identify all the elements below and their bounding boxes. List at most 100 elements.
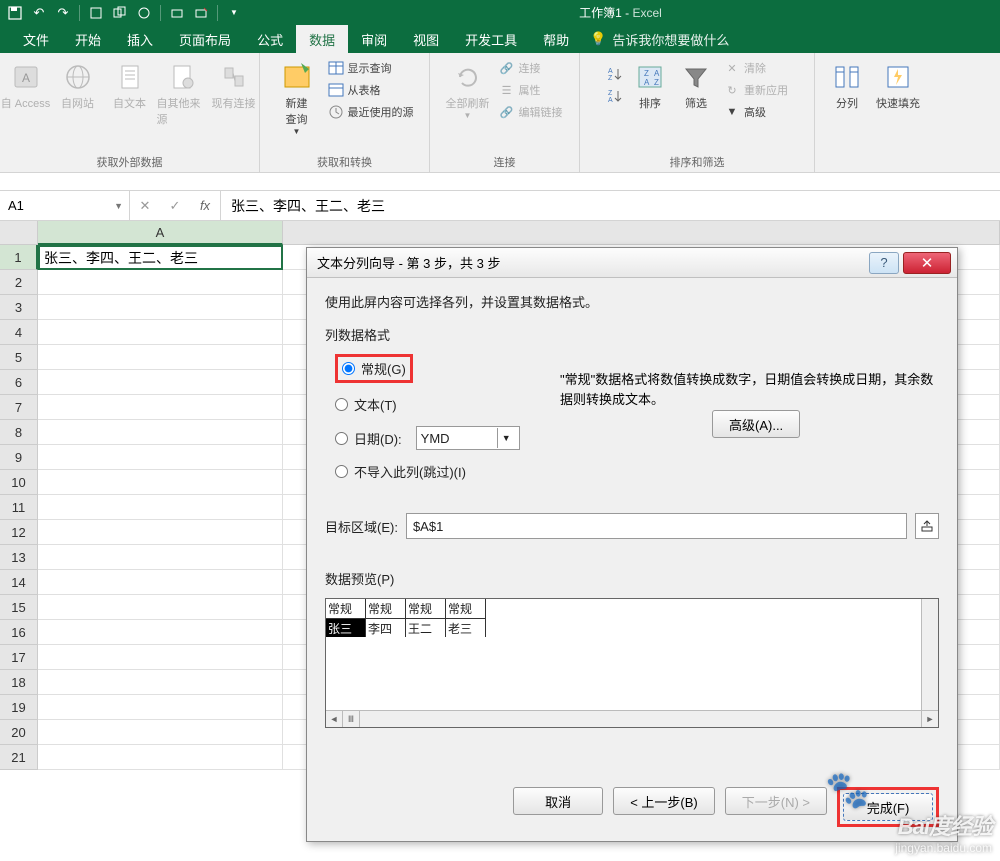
cell[interactable] <box>38 645 283 670</box>
from-text-button[interactable]: 自文本 <box>105 57 155 143</box>
from-table-button[interactable]: 从表格 <box>324 79 418 101</box>
cell[interactable]: 张三、李四、王二、老三 <box>38 245 283 270</box>
properties-button[interactable]: ☰属性 <box>495 79 567 101</box>
radio-text[interactable] <box>335 398 348 411</box>
tab-help[interactable]: 帮助 <box>530 25 582 53</box>
collapse-dialog-button[interactable] <box>915 513 939 539</box>
row-header[interactable]: 1 <box>0 245 38 270</box>
advanced-button[interactable]: 高级(A)... <box>712 410 800 438</box>
cancel-button[interactable]: 取消 <box>513 787 603 815</box>
save-icon[interactable] <box>4 2 26 24</box>
row-header[interactable]: 12 <box>0 520 38 545</box>
help-button[interactable]: ? <box>869 252 899 274</box>
existing-connections-button[interactable]: 现有连接 <box>209 57 259 143</box>
cell[interactable] <box>38 470 283 495</box>
filter-button[interactable]: 筛选 <box>674 57 718 143</box>
from-other-button[interactable]: 自其他来源 <box>157 57 207 143</box>
tab-pagelayout[interactable]: 页面布局 <box>166 25 244 53</box>
enter-formula-button[interactable]: ✓ <box>160 198 190 214</box>
sort-za-button[interactable]: ZA <box>602 85 626 107</box>
column-header[interactable] <box>283 221 1000 245</box>
back-button[interactable]: < 上一步(B) <box>613 787 715 815</box>
edit-links-button[interactable]: 🔗编辑链接 <box>495 101 567 123</box>
fx-icon[interactable]: fx <box>190 198 220 213</box>
close-button[interactable]: ✕ <box>903 252 951 274</box>
row-header[interactable]: 15 <box>0 595 38 620</box>
next-button[interactable]: 下一步(N) > <box>725 787 827 815</box>
cell[interactable] <box>38 520 283 545</box>
date-format-combo[interactable]: YMD▼ <box>416 426 520 450</box>
qat-icon-4[interactable] <box>166 2 188 24</box>
cell[interactable] <box>38 720 283 745</box>
sort-az-button[interactable]: AZ <box>602 63 626 85</box>
tell-me-search[interactable]: 💡 告诉我你想要做什么 <box>590 25 729 53</box>
cell[interactable] <box>38 745 283 770</box>
row-header[interactable]: 6 <box>0 370 38 395</box>
from-access-button[interactable]: A自 Access <box>1 57 51 143</box>
cell[interactable] <box>38 495 283 520</box>
row-header[interactable]: 13 <box>0 545 38 570</box>
row-header[interactable]: 5 <box>0 345 38 370</box>
from-web-button[interactable]: 自网站 <box>53 57 103 143</box>
preview-scrollbar-v[interactable] <box>921 599 938 710</box>
radio-general[interactable] <box>342 362 355 375</box>
row-header[interactable]: 9 <box>0 445 38 470</box>
qat-icon-1[interactable] <box>85 2 107 24</box>
row-header[interactable]: 17 <box>0 645 38 670</box>
clear-filter-button[interactable]: ✕清除 <box>720 57 792 79</box>
reapply-button[interactable]: ↻重新应用 <box>720 79 792 101</box>
row-header[interactable]: 21 <box>0 745 38 770</box>
undo-icon[interactable]: ↶ <box>28 2 50 24</box>
cell[interactable] <box>38 595 283 620</box>
cell[interactable] <box>38 445 283 470</box>
cell[interactable] <box>38 345 283 370</box>
tab-file[interactable]: 文件 <box>10 25 62 53</box>
sort-button[interactable]: ZAAZ排序 <box>628 57 672 143</box>
tab-data[interactable]: 数据 <box>296 25 348 53</box>
radio-skip[interactable] <box>335 465 348 478</box>
new-query-button[interactable]: 新建 查询▼ <box>272 57 322 143</box>
row-header[interactable]: 20 <box>0 720 38 745</box>
cell[interactable] <box>38 620 283 645</box>
formula-input[interactable]: 张三、李四、王二、老三 <box>221 191 1000 220</box>
cell[interactable] <box>38 370 283 395</box>
recent-sources-button[interactable]: 最近使用的源 <box>324 101 418 123</box>
target-range-input[interactable]: $A$1 <box>406 513 907 539</box>
row-header[interactable]: 7 <box>0 395 38 420</box>
cell[interactable] <box>38 695 283 720</box>
cell[interactable] <box>38 320 283 345</box>
flash-fill-button[interactable]: 快速填充 <box>871 57 925 143</box>
radio-skip-label[interactable]: 不导入此列(跳过)(I) <box>354 462 466 481</box>
cell[interactable] <box>38 670 283 695</box>
row-header[interactable]: 11 <box>0 495 38 520</box>
select-all-corner[interactable] <box>0 221 38 245</box>
qat-icon-2[interactable] <box>109 2 131 24</box>
row-header[interactable]: 2 <box>0 270 38 295</box>
refresh-all-button[interactable]: 全部刷新▼ <box>443 57 493 143</box>
row-header[interactable]: 14 <box>0 570 38 595</box>
tab-home[interactable]: 开始 <box>62 25 114 53</box>
connections-button[interactable]: 🔗连接 <box>495 57 567 79</box>
tab-formulas[interactable]: 公式 <box>244 25 296 53</box>
row-header[interactable]: 18 <box>0 670 38 695</box>
row-header[interactable]: 4 <box>0 320 38 345</box>
cell[interactable] <box>38 295 283 320</box>
preview-column-2[interactable]: 常规李四 <box>366 599 406 637</box>
column-header-a[interactable]: A <box>38 221 283 245</box>
row-header[interactable]: 3 <box>0 295 38 320</box>
dialog-titlebar[interactable]: 文本分列向导 - 第 3 步，共 3 步 ? ✕ <box>307 248 957 278</box>
redo-icon[interactable]: ↷ <box>52 2 74 24</box>
tab-developer[interactable]: 开发工具 <box>452 25 530 53</box>
radio-date-label[interactable]: 日期(D): <box>354 429 402 448</box>
cell[interactable] <box>38 270 283 295</box>
cell[interactable] <box>38 545 283 570</box>
radio-general-label[interactable]: 常规(G) <box>361 359 406 378</box>
cancel-formula-button[interactable]: ✕ <box>130 198 160 214</box>
preview-scrollbar-h[interactable]: ◄Ⅲ► <box>326 710 938 727</box>
row-header[interactable]: 10 <box>0 470 38 495</box>
qat-icon-3[interactable] <box>133 2 155 24</box>
radio-text-label[interactable]: 文本(T) <box>354 395 397 414</box>
row-header[interactable]: 19 <box>0 695 38 720</box>
cell[interactable] <box>38 570 283 595</box>
tab-view[interactable]: 视图 <box>400 25 452 53</box>
